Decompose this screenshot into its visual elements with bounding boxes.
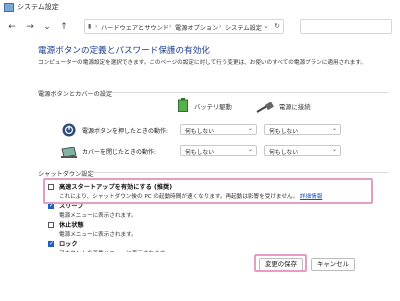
page-description: コンピューターの電源設定を選択できます。このページの設定に対して行う変更は、お使…	[38, 60, 367, 66]
sleep-description: 電源メニューに表示されます。	[59, 213, 137, 219]
power-button-plugged-select[interactable]: 何もしない ⌄	[264, 124, 341, 135]
select-value: 何もしない	[269, 129, 298, 135]
breadcrumb-hardware-sound[interactable]: ハードウェアとサウンド	[101, 23, 169, 32]
back-arrow-icon[interactable]: ←	[6, 21, 18, 33]
cancel-button[interactable]: キャンセル	[311, 258, 355, 271]
refresh-icon[interactable]: ↻	[274, 22, 280, 30]
page-title: 電源ボタンの定義とパスワード保護の有効化	[38, 46, 210, 56]
address-dropdown-icon[interactable]: ⌄	[263, 22, 269, 30]
battery-column-header: バッテリ駆動	[194, 104, 232, 111]
section-power-buttons-label: 電源ボタンとカバーの設定	[38, 91, 113, 98]
hibernate-checkbox[interactable]	[48, 222, 54, 228]
breadcrumb-system-settings[interactable]: システム設定	[225, 23, 262, 32]
breadcrumb-separator: ›	[169, 23, 172, 30]
navigation-bar: ← → ⌄ ↑ ▮ › ハードウェアとサウンド › 電源オプション › システム…	[0, 16, 400, 38]
select-value: 何もしない	[185, 150, 214, 156]
select-value: 何もしない	[269, 150, 298, 156]
fast-startup-highlight	[43, 178, 373, 204]
breadcrumb-separator: ›	[219, 23, 222, 30]
power-button-battery-select[interactable]: 何もしない ⌄	[180, 124, 257, 135]
lock-label[interactable]: ロック	[59, 239, 78, 248]
select-value: 何もしない	[185, 129, 214, 135]
location-icon: ▮	[88, 23, 92, 30]
power-button-action-label: 電源ボタンを押したときの動作:	[82, 128, 169, 135]
address-bar[interactable]: ▮ › ハードウェアとサウンド › 電源オプション › システム設定 ⌄ ↻	[84, 19, 284, 34]
power-plug-icon	[256, 99, 276, 118]
lid-close-battery-select[interactable]: 何もしない ⌄	[180, 145, 257, 156]
power-button-icon	[62, 122, 76, 141]
chevron-down-icon: ⌄	[331, 125, 337, 132]
footer-bar: 変更の保存 キャンセル	[0, 252, 400, 301]
lid-close-plugged-select[interactable]: 何もしない ⌄	[264, 145, 341, 156]
window-title: システム設定	[17, 3, 59, 11]
plugged-in-column-header: 電源に接続	[279, 104, 311, 111]
chevron-down-icon: ⌄	[331, 146, 337, 153]
forward-arrow-icon[interactable]: →	[24, 21, 36, 33]
lock-checkbox[interactable]	[48, 240, 54, 247]
laptop-lid-icon	[60, 144, 78, 163]
section-shutdown-label: シャットダウン設定	[38, 171, 94, 178]
lid-close-action-label: カバーを閉じたときの動作:	[82, 149, 157, 156]
breadcrumb-separator: ›	[95, 23, 98, 30]
search-input[interactable]	[300, 19, 392, 34]
system-settings-window: システム設定 ← → ⌄ ↑ ▮ › ハードウェアとサウンド › 電源オプション…	[0, 0, 400, 301]
breadcrumb-power-options[interactable]: 電源オプション	[175, 23, 218, 32]
control-panel-icon	[4, 3, 14, 12]
up-arrow-icon[interactable]: ↑	[58, 21, 70, 33]
save-button-highlight	[254, 254, 307, 272]
section-divider	[90, 172, 388, 173]
section-divider	[112, 92, 388, 93]
hibernate-description: 電源メニューに表示されます。	[59, 232, 137, 238]
battery-icon	[178, 97, 188, 116]
chevron-down-icon: ⌄	[247, 125, 253, 132]
title-bar: システム設定	[0, 0, 400, 17]
recent-chevron-icon[interactable]: ⌄	[41, 21, 53, 33]
chevron-down-icon: ⌄	[247, 146, 253, 153]
hibernate-label[interactable]: 休止状態	[59, 220, 84, 229]
